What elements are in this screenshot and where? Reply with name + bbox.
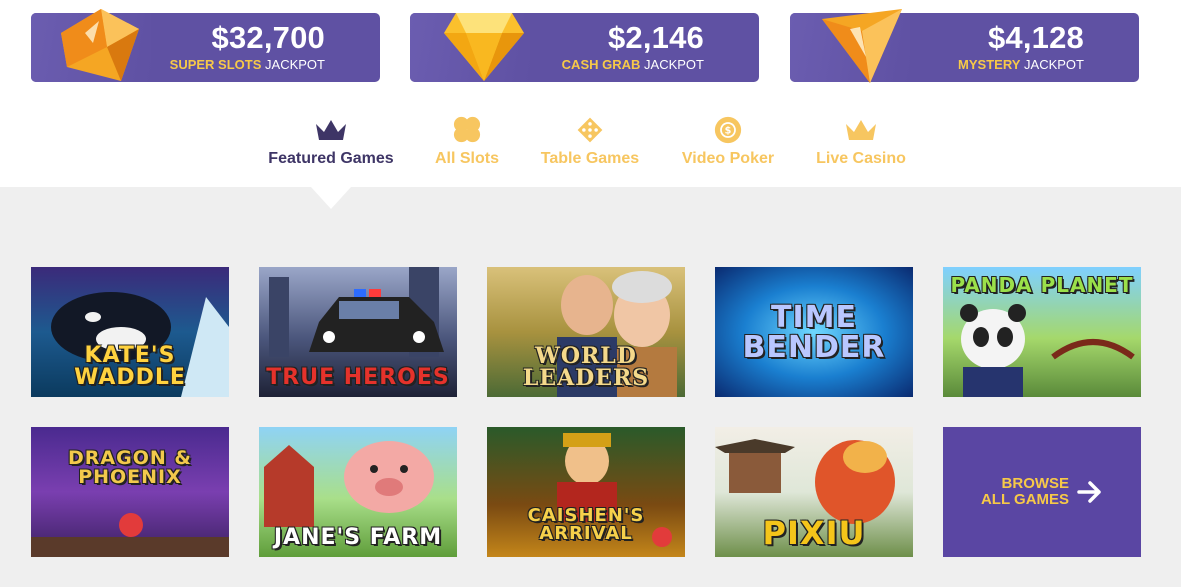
- game-tile-kates-waddle[interactable]: KATE'S WADDLE: [31, 267, 229, 397]
- game-tile-janes-farm[interactable]: JANE'S FARM: [259, 427, 457, 557]
- jackpot-amount: $32,700: [211, 20, 325, 55]
- game-tile-dragon-phoenix[interactable]: DRAGON & PHOENIX: [31, 427, 229, 557]
- orange-diamond-icon: [61, 9, 139, 81]
- tab-video-poker[interactable]: $ Video Poker: [676, 110, 780, 180]
- game-title: TIME BENDER: [742, 300, 886, 365]
- jackpot-super-slots[interactable]: $32,700 SUPER SLOTS JACKPOT: [31, 9, 380, 82]
- browse-label: BROWSE ALL GAMES: [980, 475, 1070, 508]
- game-title: CAISHEN'S ARRIVAL: [527, 505, 645, 544]
- tab-table-games[interactable]: Table Games: [534, 110, 646, 180]
- tab-featured-games[interactable]: Featured Games: [262, 110, 400, 180]
- tab-label: Table Games: [540, 150, 640, 167]
- tab-live-casino[interactable]: Live Casino: [812, 110, 910, 180]
- jackpot-bar: $32,700 SUPER SLOTS JACKPOT $2,146 CASH …: [0, 0, 1181, 95]
- active-tab-pointer: [311, 187, 351, 209]
- game-tile-caishens-arrival[interactable]: CAISHEN'S ARRIVAL: [487, 427, 685, 557]
- crown-icon: [316, 120, 346, 140]
- game-tile-time-bender[interactable]: TIME BENDER: [715, 267, 913, 397]
- triangle-gem-icon: [822, 9, 902, 83]
- crown-icon: [846, 120, 876, 140]
- tab-label: Featured Games: [268, 150, 394, 167]
- game-title: PIXIU: [762, 514, 866, 552]
- game-title: JANE'S FARM: [273, 525, 443, 550]
- game-tile-world-leaders[interactable]: WORLD LEADERS: [487, 267, 685, 397]
- yellow-diamond-icon: [444, 13, 524, 81]
- svg-text:$: $: [725, 126, 732, 137]
- game-title: DRAGON & PHOENIX: [68, 447, 192, 488]
- tab-label: Video Poker: [681, 150, 775, 167]
- game-category-tabs: Featured Games All Slots Table Games $ V…: [0, 110, 1181, 190]
- game-title: TRUE HEROES: [266, 365, 450, 390]
- clover-icon: [453, 116, 481, 143]
- chip-icon: $: [714, 116, 742, 144]
- jackpot-label: MYSTERY JACKPOT: [958, 57, 1084, 72]
- jackpot-cash-grab[interactable]: $2,146 CASH GRAB JACKPOT: [410, 13, 759, 82]
- game-title: WORLD LEADERS: [522, 343, 650, 391]
- tab-label: Live Casino: [816, 150, 906, 167]
- browse-all-games-button[interactable]: BROWSE ALL GAMES: [943, 427, 1141, 557]
- jackpot-amount: $4,128: [987, 20, 1084, 55]
- dice-icon: [577, 117, 603, 143]
- jackpot-label: CASH GRAB JACKPOT: [561, 57, 704, 72]
- game-title: KATE'S WADDLE: [74, 343, 186, 390]
- arrow-right-icon: [1077, 481, 1101, 503]
- jackpot-mystery[interactable]: $4,128 MYSTERY JACKPOT: [790, 9, 1139, 83]
- jackpot-amount: $2,146: [607, 20, 704, 55]
- tab-label: All Slots: [434, 150, 499, 167]
- game-tile-true-heroes[interactable]: TRUE HEROES: [259, 267, 457, 397]
- game-title: PANDA PLANET: [950, 273, 1134, 297]
- game-tile-panda-planet[interactable]: PANDA PLANET: [943, 267, 1141, 397]
- tab-all-slots[interactable]: All Slots: [430, 110, 504, 180]
- jackpot-label: SUPER SLOTS JACKPOT: [169, 57, 325, 72]
- game-tile-pixiu[interactable]: PIXIU: [715, 427, 913, 557]
